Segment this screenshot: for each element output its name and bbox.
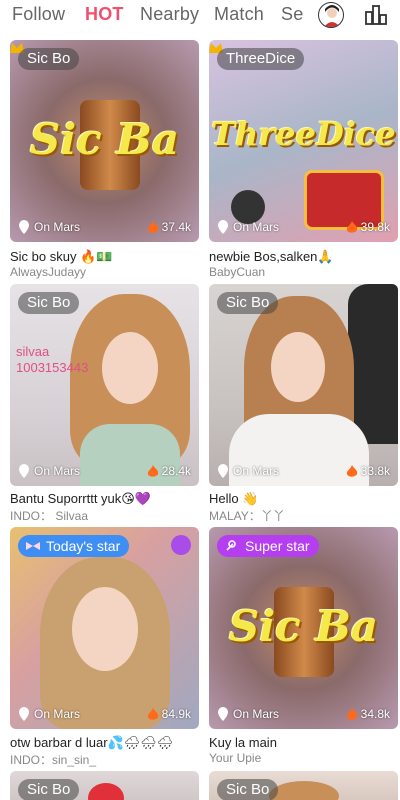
avatar-icon[interactable] — [318, 2, 344, 28]
live-card-5[interactable]: Today's star On Mars 84.9k — [10, 527, 199, 729]
card-user: AlwaysJudayy — [10, 265, 87, 279]
todays-star-tag: Today's star — [18, 535, 130, 557]
category-tag: Sic Bo — [217, 292, 279, 314]
location-pin-icon — [19, 464, 29, 478]
fire-icon — [147, 707, 158, 720]
tab-nearby[interactable]: Nearby — [140, 4, 199, 25]
location-text: On Mars — [34, 464, 81, 478]
mic-badge-icon — [171, 535, 191, 555]
location-pin-icon — [19, 220, 29, 234]
view-count: 34.8k — [346, 707, 390, 721]
view-count: 84.9k — [147, 707, 191, 721]
category-tag: Sic Bo — [217, 779, 279, 800]
tab-se[interactable]: Se — [281, 4, 303, 25]
location-pin-icon — [218, 220, 228, 234]
fire-icon — [147, 220, 158, 233]
super-star-tag: Super star — [217, 535, 319, 557]
location-text: On Mars — [34, 220, 81, 234]
location-badge: On Mars — [18, 220, 80, 234]
card-user: BabyCuan — [209, 265, 266, 279]
category-tag: Sic Bo — [18, 48, 80, 70]
category-tag: Sic Bo — [18, 292, 80, 314]
card-user: INDO： Silvaa — [10, 509, 89, 523]
fire-icon — [346, 464, 357, 477]
location-text: On Mars — [233, 464, 280, 478]
stream-overlay-text: silvaa 1003153443 — [16, 344, 89, 375]
card-title: otw barbar d luar💦🌧🌧🌧 — [10, 735, 174, 750]
fire-icon — [346, 220, 357, 233]
location-badge: On Mars — [217, 707, 279, 721]
ball-image — [231, 190, 265, 224]
location-text: On Mars — [34, 707, 81, 721]
location-pin-icon — [218, 707, 228, 721]
live-card-6[interactable]: Sic Ba Super star On Mars 34.8k — [209, 527, 398, 729]
location-pin-icon — [19, 707, 29, 721]
banner-text: ThreeDice — [211, 115, 396, 153]
top-nav: Follow HOT Nearby Match Se — [0, 0, 400, 30]
live-card-4[interactable]: Sic Bo On Mars 33.8k — [209, 284, 398, 486]
card-user: INDO：sin_sin_ — [10, 753, 97, 767]
category-tag: Sic Bo — [18, 779, 80, 800]
card-title: Hello 👋 — [209, 491, 259, 506]
card-title: Kuy la main — [209, 735, 277, 750]
streamer-face — [102, 332, 158, 404]
card-title: newbie Bos,salken🙏 — [209, 249, 334, 264]
live-card-7[interactable]: Sic Bo — [10, 771, 199, 800]
streamer-face — [72, 587, 138, 671]
tab-hot[interactable]: HOT — [85, 4, 124, 25]
view-count: 39.8k — [346, 220, 390, 234]
category-tag: ThreeDice — [217, 48, 305, 70]
banner-text: Sic Ba — [29, 115, 180, 164]
location-badge: On Mars — [18, 707, 80, 721]
location-text: On Mars — [233, 707, 280, 721]
live-card-2[interactable]: ThreeDice ThreeDice On Mars 39.8k — [209, 40, 398, 242]
fire-icon — [147, 464, 158, 477]
streamer-face — [271, 332, 325, 402]
location-pin-icon — [218, 464, 228, 478]
mic-icon — [226, 540, 236, 551]
card-title: Sic bo skuy 🔥💵 — [10, 249, 113, 264]
card-user: MALAY：丫丫 — [209, 509, 285, 523]
view-count: 33.8k — [346, 464, 390, 478]
location-badge: On Mars — [18, 464, 80, 478]
location-badge: On Mars — [217, 464, 279, 478]
live-card-8[interactable]: Sic Bo — [209, 771, 398, 800]
view-count: 37.4k — [147, 220, 191, 234]
live-card-1[interactable]: Sic Ba Sic Bo On Mars 37.4k — [10, 40, 199, 242]
location-badge: On Mars — [217, 220, 279, 234]
card-user: Your Upie — [209, 751, 262, 765]
banner-text: Sic Ba — [228, 602, 379, 651]
bow-icon — [26, 542, 40, 550]
tab-match[interactable]: Match — [214, 4, 264, 25]
view-count: 28.4k — [147, 464, 191, 478]
location-text: On Mars — [233, 220, 280, 234]
live-card-3[interactable]: silvaa 1003153443 Sic Bo On Mars 28.4k — [10, 284, 199, 486]
fire-icon — [346, 707, 357, 720]
background-figure — [348, 284, 398, 444]
tab-follow[interactable]: Follow — [12, 4, 65, 25]
ranking-icon[interactable] — [363, 2, 389, 28]
card-title: Bantu Suporrttt yuk😘💜 — [10, 491, 152, 506]
